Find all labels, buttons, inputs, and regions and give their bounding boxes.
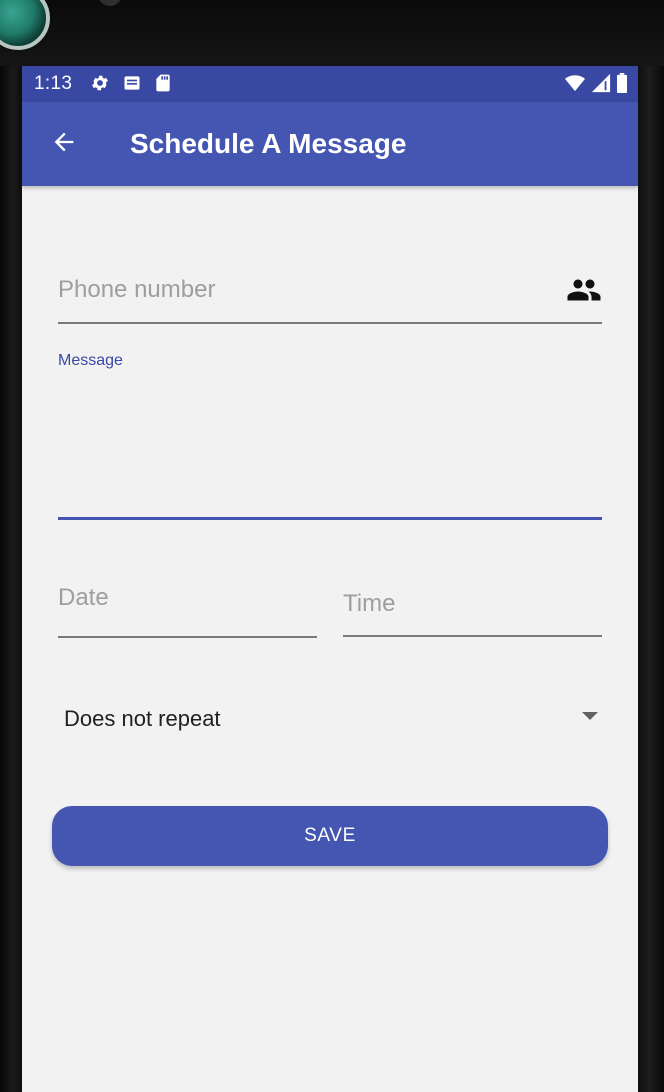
- device-bezel-top: [0, 0, 664, 66]
- message-underline: [58, 517, 602, 520]
- pick-contact-button[interactable]: [564, 272, 604, 312]
- message-field[interactable]: Message: [58, 346, 602, 518]
- app-bar: Schedule A Message: [22, 102, 638, 186]
- notification-card-icon: [122, 73, 142, 98]
- back-button[interactable]: [44, 124, 84, 164]
- date-field[interactable]: Date: [58, 566, 317, 638]
- battery-icon: [616, 73, 628, 98]
- repeat-selected-value: Does not repeat: [64, 706, 221, 731]
- contacts-people-icon: [566, 272, 602, 313]
- wifi-icon: [564, 73, 586, 98]
- signal-icon: [591, 73, 611, 98]
- arrow-back-icon: [50, 128, 78, 161]
- repeat-dropdown[interactable]: Does not repeat: [52, 686, 602, 750]
- phone-number-underline: [58, 322, 602, 324]
- dropdown-arrow-icon: [582, 712, 598, 720]
- phone-screen: 1:13 Schedule A Message Phone number Mes…: [22, 66, 638, 1092]
- time-field[interactable]: Time: [343, 566, 602, 638]
- save-button[interactable]: SAVE: [52, 806, 608, 866]
- device-bezel-left: [0, 66, 22, 1092]
- status-bar: 1:13: [22, 66, 638, 102]
- message-label: Message: [58, 352, 123, 369]
- status-icons-right: [564, 73, 628, 98]
- device-sensor: [98, 0, 122, 6]
- time-underline: [343, 635, 602, 637]
- device-bezel-right: [638, 66, 664, 1092]
- page-title: Schedule A Message: [130, 128, 407, 159]
- status-time: 1:13: [34, 73, 73, 94]
- phone-number-field[interactable]: Phone number: [58, 256, 602, 326]
- device-camera-icon: [0, 0, 50, 50]
- time-placeholder: Time: [343, 590, 396, 617]
- settings-gear-icon: [90, 73, 110, 98]
- date-placeholder: Date: [58, 584, 109, 611]
- phone-number-placeholder: Phone number: [58, 276, 216, 303]
- sd-card-icon: [154, 73, 172, 98]
- status-icons-left: [90, 73, 172, 98]
- date-underline: [58, 636, 317, 638]
